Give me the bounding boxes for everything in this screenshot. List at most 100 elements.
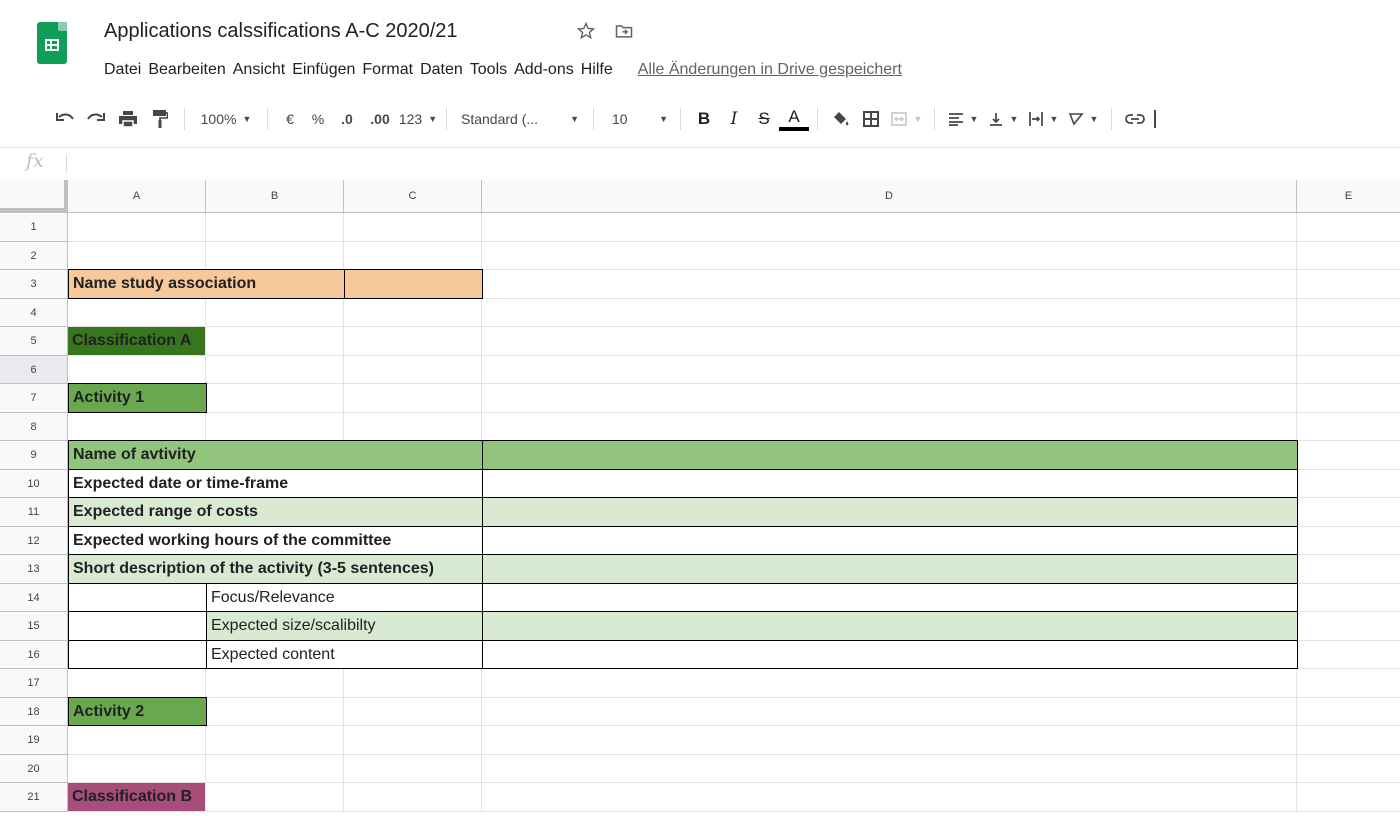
cell[interactable] xyxy=(68,726,206,755)
cell[interactable] xyxy=(482,412,1297,441)
cell-row-10[interactable]: Expected date or time-frame xyxy=(68,468,483,498)
cell[interactable] xyxy=(206,327,344,356)
row-header[interactable]: 1 xyxy=(0,213,68,242)
cell[interactable] xyxy=(482,554,1298,584)
cell[interactable] xyxy=(68,298,206,327)
cell[interactable] xyxy=(482,611,1298,641)
undo-icon[interactable] xyxy=(50,105,80,133)
sheets-logo-icon[interactable] xyxy=(37,22,67,64)
row-header[interactable]: 11 xyxy=(0,498,68,527)
insert-link-icon[interactable] xyxy=(1120,105,1150,133)
font-size-select[interactable]: 10 ▼ xyxy=(602,105,672,133)
zoom-select[interactable]: 100% ▼ xyxy=(193,105,259,133)
row-header[interactable]: 20 xyxy=(0,754,68,783)
font-family-select[interactable]: Standard (... ▼ xyxy=(455,105,585,133)
cell[interactable] xyxy=(1297,213,1400,242)
cell[interactable] xyxy=(344,355,482,384)
cell-row-12[interactable]: Expected working hours of the committee xyxy=(68,525,483,555)
row-header[interactable]: 3 xyxy=(0,270,68,299)
cell[interactable] xyxy=(482,783,1297,812)
cell[interactable] xyxy=(482,355,1297,384)
cell[interactable] xyxy=(482,468,1298,498)
menu-ansicht[interactable]: Ansicht xyxy=(233,61,285,83)
menu-add-ons[interactable]: Add-ons xyxy=(514,61,574,83)
menu-format[interactable]: Format xyxy=(362,61,413,83)
column-header-c[interactable]: C xyxy=(344,180,482,212)
menu-daten[interactable]: Daten xyxy=(420,61,463,83)
row-header[interactable]: 8 xyxy=(0,412,68,441)
row-header[interactable]: 13 xyxy=(0,555,68,584)
cell[interactable] xyxy=(344,241,482,270)
cell[interactable] xyxy=(482,754,1297,783)
cell-row-16[interactable]: Expected content xyxy=(206,639,483,669)
fill-color-icon[interactable] xyxy=(826,105,856,133)
text-color-button[interactable]: A xyxy=(779,107,809,131)
row-header[interactable]: 17 xyxy=(0,669,68,698)
cell-row-21[interactable]: Classification B xyxy=(68,783,206,812)
column-header-d[interactable]: D xyxy=(482,180,1297,212)
row-header[interactable]: 14 xyxy=(0,583,68,612)
cell[interactable] xyxy=(1297,698,1400,726)
cell[interactable] xyxy=(206,241,344,270)
text-rotation-icon[interactable]: ▼ xyxy=(1063,105,1103,133)
cell[interactable] xyxy=(1297,612,1400,641)
cell[interactable] xyxy=(206,412,344,441)
cell[interactable] xyxy=(1297,441,1400,470)
cell[interactable] xyxy=(344,298,482,327)
cell[interactable] xyxy=(1297,242,1400,270)
cell[interactable] xyxy=(1297,413,1400,441)
cell-row-15[interactable]: Expected size/scalibilty xyxy=(206,611,483,641)
cell[interactable] xyxy=(1297,584,1400,612)
cell[interactable] xyxy=(344,384,482,413)
cell[interactable] xyxy=(206,669,344,698)
cell[interactable] xyxy=(344,327,482,356)
cell[interactable] xyxy=(68,669,206,698)
text-wrapping-icon[interactable]: ▼ xyxy=(1023,105,1063,133)
menu-hilfe[interactable]: Hilfe xyxy=(581,61,613,83)
cell[interactable] xyxy=(1297,669,1400,698)
cell-row-14[interactable]: Focus/Relevance xyxy=(206,582,483,612)
cell-row-18[interactable]: Activity 2 xyxy=(68,696,207,726)
row-header[interactable]: 6 xyxy=(0,355,68,384)
row-header[interactable]: 5 xyxy=(0,327,68,356)
strikethrough-button[interactable]: S xyxy=(749,105,779,133)
move-to-folder-icon[interactable] xyxy=(614,21,634,46)
print-icon[interactable] xyxy=(112,105,144,133)
cell-row-13[interactable]: Short description of the activity (3-5 s… xyxy=(68,554,483,584)
cell[interactable] xyxy=(1297,783,1400,812)
cell[interactable] xyxy=(1297,327,1400,356)
cell[interactable] xyxy=(206,754,344,783)
column-header-a[interactable]: A xyxy=(68,180,206,212)
menu-bearbeiten[interactable]: Bearbeiten xyxy=(148,61,225,83)
row-header[interactable]: 21 xyxy=(0,783,68,812)
cell-row-9[interactable]: Name of avtivity xyxy=(68,440,483,470)
menu-tools[interactable]: Tools xyxy=(470,61,507,83)
more-formats-select[interactable]: 123 ▼ xyxy=(398,105,438,133)
cell[interactable] xyxy=(1297,555,1400,584)
cell[interactable] xyxy=(482,525,1298,555)
paint-format-icon[interactable] xyxy=(144,105,176,133)
borders-icon[interactable] xyxy=(856,105,886,133)
row-header[interactable]: 15 xyxy=(0,612,68,641)
cell[interactable] xyxy=(68,582,207,612)
cell[interactable] xyxy=(482,726,1297,755)
cell[interactable] xyxy=(206,726,344,755)
horizontal-align-icon[interactable]: ▼ xyxy=(943,105,983,133)
cell[interactable] xyxy=(68,412,206,441)
select-all-corner[interactable] xyxy=(0,180,68,212)
cell[interactable] xyxy=(206,298,344,327)
cell[interactable] xyxy=(1297,641,1400,669)
cell[interactable] xyxy=(206,783,344,812)
row-header[interactable]: 4 xyxy=(0,298,68,327)
row-header[interactable]: 19 xyxy=(0,726,68,755)
cell[interactable] xyxy=(482,270,1297,299)
menu-datei[interactable]: Datei xyxy=(104,61,141,83)
cell[interactable] xyxy=(68,355,206,384)
cell-row-5[interactable]: Classification A xyxy=(68,327,206,356)
percent-format-button[interactable]: % xyxy=(304,105,332,133)
column-header-e[interactable]: E xyxy=(1297,180,1400,212)
cell[interactable] xyxy=(68,241,206,270)
cell[interactable] xyxy=(344,669,482,698)
cell[interactable] xyxy=(1297,470,1400,498)
cell-row-3[interactable]: Name study association xyxy=(68,269,345,299)
